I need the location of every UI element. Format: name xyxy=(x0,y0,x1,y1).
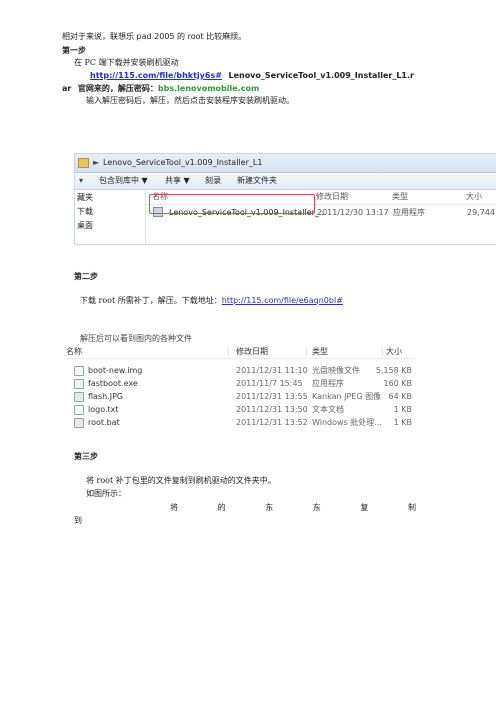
files-header-type[interactable]: 类型 xyxy=(312,347,328,357)
step1-line1: 在 PC 端下载并安装刷机驱动 xyxy=(74,58,179,67)
address-bar: ► Lenovo_ServiceTool_v1.009_Installer_L1 xyxy=(75,154,496,173)
file-size: 5,158 KB xyxy=(375,366,412,375)
highlight-box xyxy=(149,194,315,214)
file-date: 2011/12/31 11:10 xyxy=(236,366,308,375)
text-file-icon xyxy=(74,405,84,415)
toolbar-share[interactable]: 共享 ▼ xyxy=(165,176,190,186)
step2-line2: 解压后可以看到图内的各种文件 xyxy=(80,334,192,343)
file-type: 光盘映像文件 xyxy=(312,366,360,375)
files-column-headers: 名称 修改日期 类型 大小 xyxy=(66,346,416,359)
file-size: 64 KB xyxy=(388,392,412,401)
file-date: 2011/12/30 13:17 xyxy=(317,208,389,217)
nav-arrow-icon[interactable]: ► xyxy=(93,158,99,168)
address-path[interactable]: Lenovo_ServiceTool_v1.009_Installer_L1 xyxy=(103,158,262,168)
file-name: root.bat xyxy=(88,418,120,427)
step3-heading: 第三步 xyxy=(74,452,98,461)
step1-link-line: http://115.com/file/bhktjy6s# Lenovo_Ser… xyxy=(90,71,414,81)
driver-archive-name: Lenovo_ServiceTool_v1.009_Installer_L1.r xyxy=(228,71,414,80)
intro-text: 相对于来说，联想乐 pad 2005 的 root 比较麻烦。 xyxy=(62,32,247,41)
file-row[interactable]: fastboot.exe 2011/11/7 15:45 应用程序 160 KB xyxy=(66,377,416,390)
toolbar-burn[interactable]: 刻录 xyxy=(205,176,221,186)
batch-file-icon xyxy=(74,418,84,428)
column-header-date[interactable]: 修改日期 xyxy=(316,192,348,202)
step1-line3: 输入解压密码后，解压，然后点击安装程序安装刷机驱动。 xyxy=(86,96,294,105)
explorer-sidebar: 藏夹 下载 桌面 xyxy=(75,190,146,244)
file-size: 160 KB xyxy=(383,379,412,388)
folder-icon xyxy=(78,158,89,168)
file-type: Kankan JPEG 图像 xyxy=(312,392,382,401)
file-size: 1 KB xyxy=(393,405,412,414)
step3-spread-line: 将 的 东 东 复 制 xyxy=(170,503,416,513)
file-size: 1 KB xyxy=(393,418,412,427)
sidebar-item-downloads[interactable]: 下载 xyxy=(77,207,93,217)
column-header-type[interactable]: 类型 xyxy=(392,192,408,202)
executable-icon xyxy=(74,379,84,389)
file-row[interactable]: flash.JPG 2011/12/31 13:55 Kankan JPEG 图… xyxy=(66,390,416,403)
file-date: 2011/12/31 13:52 xyxy=(236,418,308,427)
file-row[interactable]: root.bat 2011/12/31 13:52 Windows 批处理...… xyxy=(66,416,416,429)
explorer-window-screenshot: ► Lenovo_ServiceTool_v1.009_Installer_L1… xyxy=(74,153,496,245)
spread-char: 复 xyxy=(360,503,369,512)
driver-archive-ext: ar xyxy=(62,84,72,93)
column-separator xyxy=(228,348,229,356)
column-header-size[interactable]: 大小 xyxy=(466,192,482,202)
file-date: 2011/12/31 13:55 xyxy=(236,392,308,401)
files-header-date[interactable]: 修改日期 xyxy=(236,347,268,357)
file-date: 2011/11/7 15:45 xyxy=(236,379,303,388)
driver-download-link[interactable]: http://115.com/file/bhktjy6s# xyxy=(90,71,222,80)
spread-char: 将 xyxy=(170,503,178,512)
step1-heading: 第一步 xyxy=(62,46,86,55)
spread-char: 的 xyxy=(217,503,226,512)
files-header-name[interactable]: 名称 xyxy=(66,347,82,357)
file-name: boot-new.img xyxy=(88,366,143,375)
file-row[interactable]: logo.txt 2011/12/31 13:50 文本文档 1 KB xyxy=(66,403,416,416)
files-header-size[interactable]: 大小 xyxy=(386,347,402,357)
file-name: flash.JPG xyxy=(88,392,124,401)
step3-line4: 到 xyxy=(74,516,82,525)
file-date: 2011/12/31 13:50 xyxy=(236,405,308,414)
toolbar-include-library[interactable]: 包含到库中 ▼ xyxy=(99,176,148,186)
file-type: 应用程序 xyxy=(312,379,344,388)
toolbar-new-folder[interactable]: 新建文件夹 xyxy=(237,176,277,186)
step3-line1: 将 root 补丁包里的文件复制到刷机驱动的文件夹中。 xyxy=(86,476,276,485)
file-name: logo.txt xyxy=(88,405,119,414)
spread-char: 制 xyxy=(407,503,416,512)
column-separator xyxy=(306,348,307,356)
sidebar-item-favorites[interactable]: 藏夹 xyxy=(77,193,93,203)
step2-line1-text: 下载 root 所需补丁，解压。下载地址： xyxy=(80,296,222,305)
explorer-toolbar: ▾ 包含到库中 ▼ 共享 ▼ 刻录 新建文件夹 xyxy=(75,173,496,190)
step2-line1: 下载 root 所需补丁，解压。下载地址：http://115.com/file… xyxy=(80,296,343,306)
spread-char: 东 xyxy=(312,503,321,512)
step2-heading: 第二步 xyxy=(74,272,98,281)
sidebar-item-desktop[interactable]: 桌面 xyxy=(77,221,93,231)
disc-image-icon xyxy=(74,366,84,376)
file-type: 文本文档 xyxy=(312,405,344,414)
file-type: 应用程序 xyxy=(393,208,425,217)
step3-line2: 如图所示： xyxy=(86,489,126,498)
files-list-screenshot: 名称 修改日期 类型 大小 boot-new.img 2011/12/31 11… xyxy=(66,346,416,461)
step1-password-line: ar 官网来的，解压密码：bbs.lenovomobile.com xyxy=(62,84,259,94)
file-row[interactable]: boot-new.img 2011/12/31 11:10 光盘映像文件 5,1… xyxy=(66,364,416,377)
column-separator xyxy=(382,348,383,356)
spread-char: 东 xyxy=(265,503,274,512)
file-name: fastboot.exe xyxy=(88,379,138,388)
toolbar-chevron-icon[interactable]: ▾ xyxy=(79,176,83,186)
image-file-icon xyxy=(74,392,84,402)
password-value: bbs.lenovomobile.com xyxy=(157,84,260,93)
patch-download-link[interactable]: http://115.com/file/e6aqn0bl# xyxy=(222,296,343,305)
file-size: 29,744 xyxy=(467,208,495,217)
password-label: 官网来的，解压密码： xyxy=(77,84,158,93)
file-type: Windows 批处理... xyxy=(312,418,382,427)
